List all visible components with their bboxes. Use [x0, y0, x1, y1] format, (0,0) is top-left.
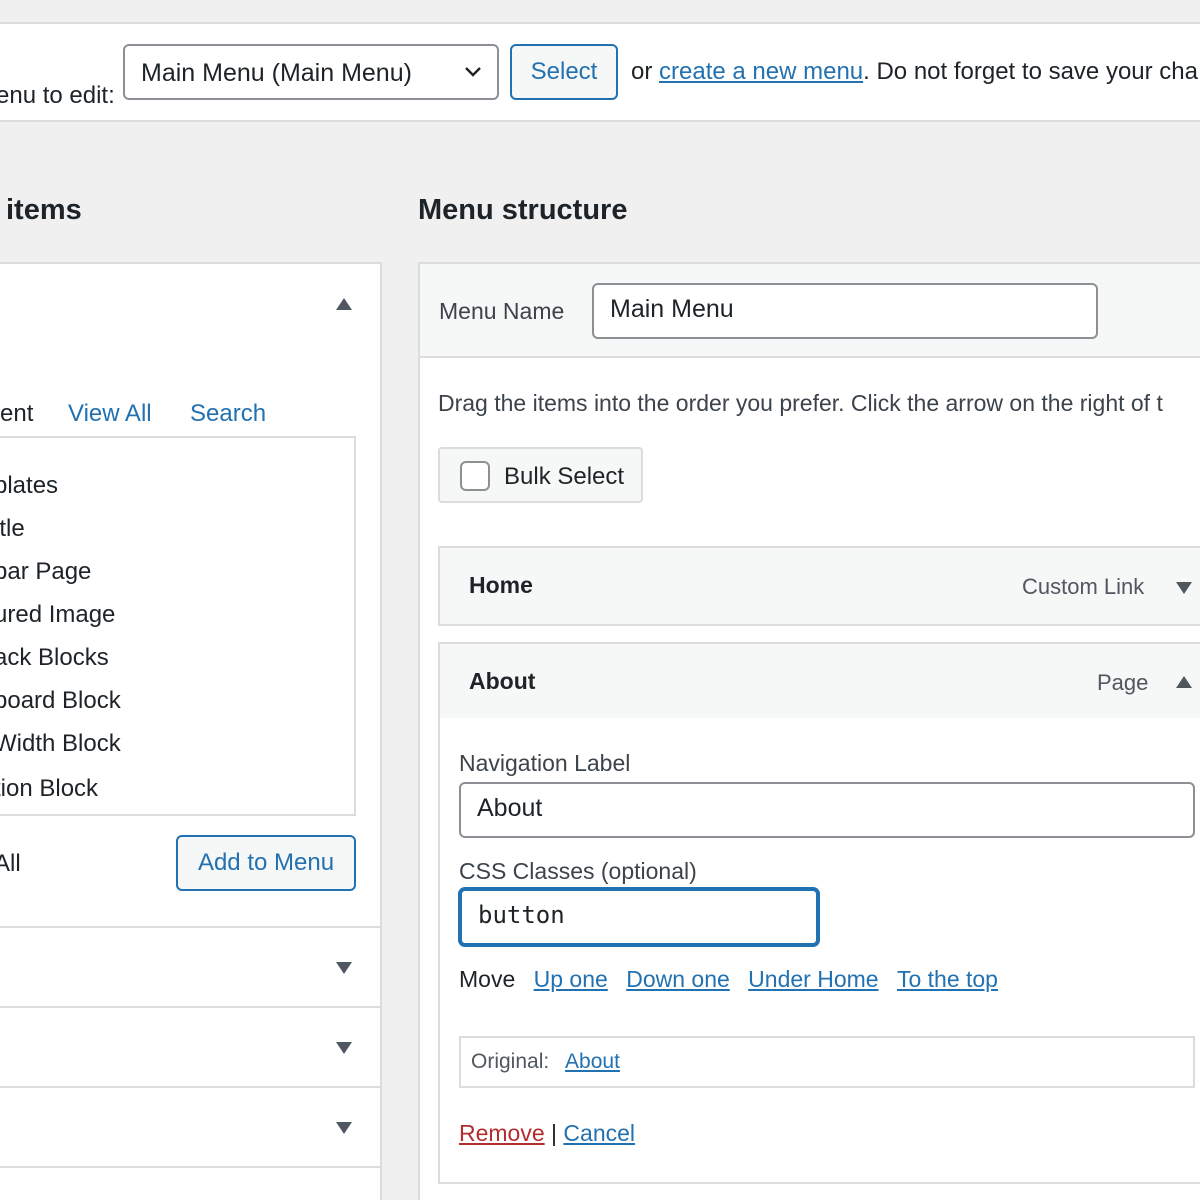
expand-down-icon[interactable] — [1176, 582, 1192, 594]
menu-item-title: Home — [469, 572, 533, 598]
add-to-menu-button[interactable]: Add to Menu — [176, 835, 356, 891]
posts-panel-header[interactable] — [0, 926, 382, 1008]
select-all-label[interactable]: All — [0, 850, 21, 878]
pages-panel-header[interactable] — [0, 262, 382, 346]
add-items-heading: items — [6, 194, 82, 226]
chevron-down-icon — [465, 67, 481, 77]
move-up-link[interactable]: Up one — [534, 966, 608, 992]
tab-search[interactable]: Search — [190, 400, 266, 428]
expand-down-icon — [336, 962, 352, 974]
menu-item-type: Custom Link — [1022, 574, 1145, 599]
menu-structure-heading: Menu structure — [418, 194, 628, 226]
move-label: Move — [459, 966, 516, 992]
drag-instructions: Drag the items into the order you prefer… — [438, 390, 1163, 416]
menu-item-about[interactable]: About Page — [438, 642, 1200, 722]
more-panel-header[interactable] — [0, 1166, 382, 1200]
hint-prefix: or — [631, 58, 660, 85]
list-item[interactable]: ured Image — [0, 601, 115, 629]
list-item[interactable]: ack Blocks — [0, 644, 109, 672]
top-strip — [0, 0, 1200, 24]
action-separator: | — [551, 1120, 558, 1146]
nav-label-label: Navigation Label — [459, 750, 631, 776]
move-down-link[interactable]: Down one — [626, 966, 730, 992]
move-row: Move Up one Down one Under Home To the t… — [459, 966, 998, 993]
collapse-up-icon — [336, 298, 352, 310]
collapse-up-icon[interactable] — [1176, 676, 1192, 688]
css-classes-input[interactable]: button — [459, 888, 819, 946]
menu-item-type: Page — [1097, 670, 1149, 695]
cancel-link[interactable]: Cancel — [563, 1120, 635, 1146]
manage-hint: or create a new menu. Do not forget to s… — [631, 58, 1198, 86]
bulk-select-label: Bulk Select — [504, 463, 625, 490]
categories-panel-header[interactable] — [0, 1086, 382, 1168]
select-button[interactable]: Select — [510, 44, 618, 100]
original-link[interactable]: About — [565, 1050, 620, 1073]
list-item[interactable]: bar Page — [0, 558, 91, 586]
menu-select-dropdown[interactable]: Main Menu (Main Menu) — [123, 44, 499, 100]
hint-suffix: . Do not forget to save your cha — [863, 58, 1198, 85]
menu-select-value: Main Menu (Main Menu) — [141, 59, 412, 87]
nav-label-input[interactable]: About — [459, 782, 1195, 838]
bulk-select-button[interactable]: Bulk Select — [438, 447, 643, 503]
menu-name-input[interactable]: Main Menu — [592, 283, 1098, 339]
bulk-select-checkbox[interactable] — [460, 461, 490, 491]
original-box: Original: About — [459, 1036, 1195, 1088]
css-classes-label: CSS Classes (optional) — [459, 858, 697, 884]
original-text: Original: About — [471, 1050, 620, 1074]
tab-view-all[interactable]: View All — [68, 400, 152, 428]
menu-item-home[interactable]: Home Custom Link — [438, 546, 1200, 626]
tab-most-recent[interactable]: ent — [0, 400, 33, 428]
original-label: Original: — [471, 1050, 550, 1073]
list-item[interactable]: Width Block — [0, 730, 121, 758]
expand-down-icon — [336, 1042, 352, 1054]
select-menu-label: enu to edit: — [0, 82, 115, 109]
menu-name-label: Menu Name — [439, 298, 565, 324]
menu-item-title: About — [469, 668, 536, 694]
expand-down-icon — [336, 1122, 352, 1134]
list-item[interactable]: tion Block — [0, 775, 98, 803]
list-item[interactable]: plates — [0, 472, 58, 500]
item-actions: Remove | Cancel — [459, 1120, 635, 1147]
remove-link[interactable]: Remove — [459, 1120, 545, 1146]
move-top-link[interactable]: To the top — [897, 966, 998, 992]
move-under-link[interactable]: Under Home — [748, 966, 878, 992]
create-menu-link[interactable]: create a new menu — [659, 58, 863, 85]
list-item[interactable]: board Block — [0, 687, 121, 715]
custom-links-panel-header[interactable] — [0, 1006, 382, 1088]
list-item[interactable]: itle — [0, 515, 25, 543]
